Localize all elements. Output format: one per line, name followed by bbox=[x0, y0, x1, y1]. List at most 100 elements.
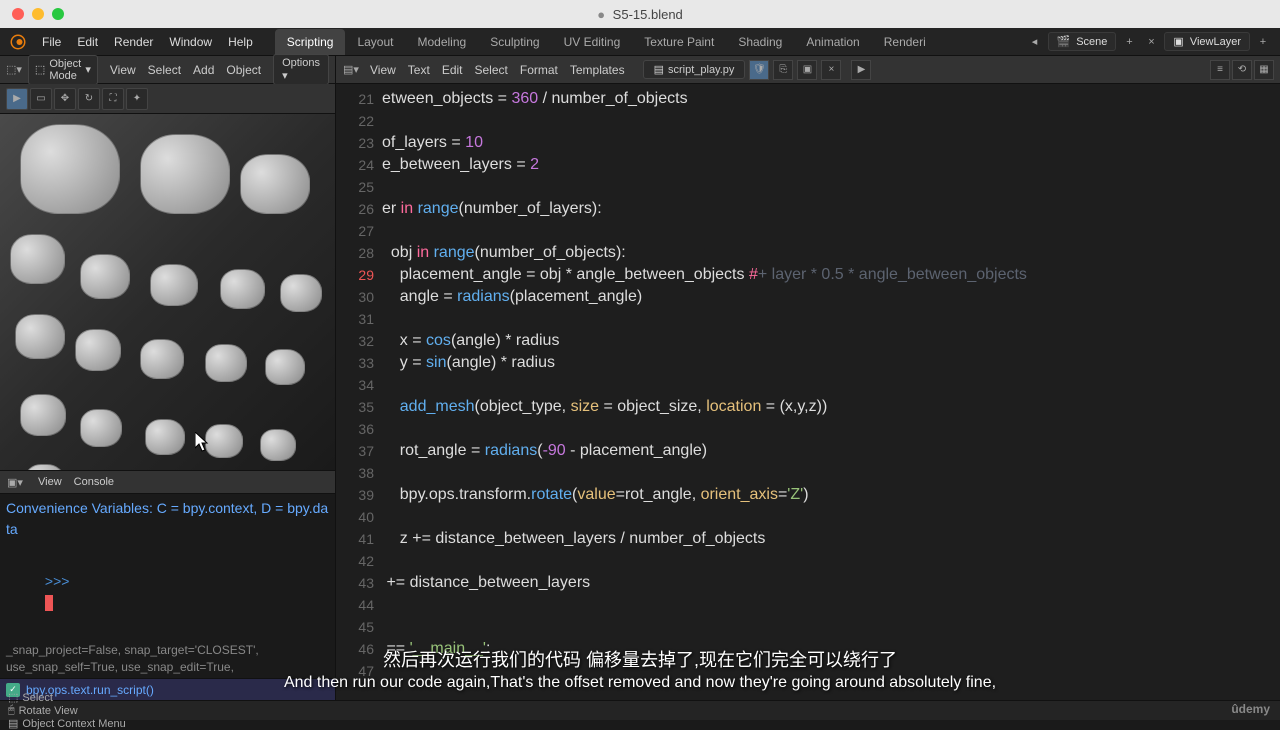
code-line[interactable]: of_layers = 10 bbox=[382, 132, 1280, 154]
viewport-menu-view[interactable]: View bbox=[104, 61, 142, 79]
code-line[interactable]: rot_angle = radians(-90 - placement_angl… bbox=[382, 440, 1280, 462]
code-line[interactable] bbox=[382, 616, 1280, 638]
code-line[interactable] bbox=[382, 550, 1280, 572]
code-line[interactable] bbox=[382, 506, 1280, 528]
code-line[interactable]: er in range(number_of_layers): bbox=[382, 198, 1280, 220]
transform-tool-icon[interactable]: ✦ bbox=[126, 88, 148, 110]
workspace-tab-scripting[interactable]: Scripting bbox=[275, 29, 346, 55]
console-menu-console[interactable]: Console bbox=[68, 474, 120, 490]
run-script-button[interactable]: ▶ bbox=[851, 60, 871, 80]
workspace-tab-shading[interactable]: Shading bbox=[726, 29, 794, 55]
code-editor[interactable]: 2122232425262728293031323334353637383940… bbox=[336, 84, 1280, 700]
syntax-highlight-toggle[interactable]: ▦ bbox=[1254, 60, 1274, 80]
workspace-tab-layout[interactable]: Layout bbox=[345, 29, 405, 55]
viewport-mesh-object[interactable] bbox=[20, 124, 120, 214]
minimize-window-button[interactable] bbox=[32, 8, 44, 20]
viewport-menu-object[interactable]: Object bbox=[220, 61, 267, 79]
viewport-mesh-object[interactable] bbox=[80, 254, 130, 299]
editor-menu-view[interactable]: View bbox=[364, 61, 402, 79]
scale-tool-icon[interactable]: ⛶ bbox=[102, 88, 124, 110]
viewport-mesh-object[interactable] bbox=[265, 349, 305, 385]
menu-render[interactable]: Render bbox=[106, 31, 161, 53]
code-line[interactable]: y = sin(angle) * radius bbox=[382, 352, 1280, 374]
back-icon[interactable]: ◂ bbox=[1026, 33, 1044, 51]
python-console[interactable]: Convenience Variables: C = bpy.context, … bbox=[0, 494, 335, 678]
code-line[interactable] bbox=[382, 374, 1280, 396]
new-scene-icon[interactable]: + bbox=[1120, 33, 1138, 51]
code-line[interactable] bbox=[382, 110, 1280, 132]
workspace-tab-uv-editing[interactable]: UV Editing bbox=[552, 29, 633, 55]
viewport-mesh-object[interactable] bbox=[140, 339, 184, 379]
viewport-mesh-object[interactable] bbox=[205, 344, 247, 382]
viewport-mesh-object[interactable] bbox=[75, 329, 121, 371]
editor-type-icon[interactable]: ⬚▾ bbox=[6, 61, 22, 79]
editor-menu-templates[interactable]: Templates bbox=[564, 61, 631, 79]
delete-scene-icon[interactable]: × bbox=[1142, 33, 1160, 51]
scene-selector[interactable]: 🎬 Scene bbox=[1048, 32, 1117, 51]
viewport-mesh-object[interactable] bbox=[240, 154, 310, 214]
code-line[interactable] bbox=[382, 660, 1280, 682]
close-file-icon[interactable]: × bbox=[821, 60, 841, 80]
code-line[interactable] bbox=[382, 418, 1280, 440]
save-icon[interactable]: ▣ bbox=[797, 60, 817, 80]
workspace-tab-modeling[interactable]: Modeling bbox=[405, 29, 478, 55]
viewport-menu-add[interactable]: Add bbox=[187, 61, 220, 79]
menu-window[interactable]: Window bbox=[161, 31, 220, 53]
code-line[interactable] bbox=[382, 308, 1280, 330]
code-line[interactable]: placement_angle = obj * angle_between_ob… bbox=[382, 264, 1280, 286]
move-tool-icon[interactable]: ✥ bbox=[54, 88, 76, 110]
viewlayer-selector[interactable]: ▣ ViewLayer bbox=[1164, 32, 1250, 51]
3d-viewport[interactable] bbox=[0, 114, 335, 470]
code-line[interactable]: etween_objects = 360 / number_of_objects bbox=[382, 88, 1280, 110]
code-line[interactable]: x = cos(angle) * radius bbox=[382, 330, 1280, 352]
workspace-tab-texture-paint[interactable]: Texture Paint bbox=[632, 29, 726, 55]
new-viewlayer-icon[interactable]: + bbox=[1254, 33, 1272, 51]
workspace-tab-sculpting[interactable]: Sculpting bbox=[478, 29, 551, 55]
viewport-mesh-object[interactable] bbox=[220, 269, 265, 309]
editor-menu-text[interactable]: Text bbox=[402, 61, 436, 79]
viewport-mesh-object[interactable] bbox=[15, 314, 65, 359]
viewport-mesh-object[interactable] bbox=[145, 419, 185, 455]
viewport-mesh-object[interactable] bbox=[260, 429, 296, 461]
viewport-menu-select[interactable]: Select bbox=[142, 61, 187, 79]
menu-edit[interactable]: Edit bbox=[69, 31, 106, 53]
maximize-window-button[interactable] bbox=[52, 8, 64, 20]
blender-logo-icon[interactable] bbox=[8, 32, 28, 52]
code-line[interactable] bbox=[382, 220, 1280, 242]
workspace-tab-animation[interactable]: Animation bbox=[794, 29, 871, 55]
console-menu-view[interactable]: View bbox=[32, 474, 68, 490]
console-type-icon[interactable]: ▣▾ bbox=[6, 473, 24, 491]
viewport-mesh-object[interactable] bbox=[140, 134, 230, 214]
viewport-mesh-object[interactable] bbox=[10, 234, 65, 284]
select-tool-icon[interactable]: ▭ bbox=[30, 88, 52, 110]
editor-menu-edit[interactable]: Edit bbox=[436, 61, 469, 79]
viewport-mesh-object[interactable] bbox=[80, 409, 122, 447]
workspace-tab-renderi[interactable]: Renderi bbox=[872, 29, 938, 55]
editor-menu-format[interactable]: Format bbox=[514, 61, 564, 79]
shield-icon[interactable]: 🛡 bbox=[749, 60, 769, 80]
object-mode-dropdown[interactable]: ⬚ Object Mode ▾ bbox=[28, 55, 98, 85]
close-window-button[interactable] bbox=[12, 8, 24, 20]
code-line[interactable]: add_mesh(object_type, size = object_size… bbox=[382, 396, 1280, 418]
viewport-mesh-object[interactable] bbox=[280, 274, 322, 312]
code-line[interactable] bbox=[382, 594, 1280, 616]
viewport-mesh-object[interactable] bbox=[150, 264, 198, 306]
script-file-selector[interactable]: ▤ script_play.py bbox=[643, 60, 746, 79]
copy-icon[interactable]: ⎘ bbox=[773, 60, 793, 80]
code-line[interactable]: z += distance_between_layers / number_of… bbox=[382, 528, 1280, 550]
code-line[interactable]: obj in range(number_of_objects): bbox=[382, 242, 1280, 264]
code-line[interactable]: e_between_layers = 2 bbox=[382, 154, 1280, 176]
code-line[interactable] bbox=[382, 462, 1280, 484]
code-line[interactable]: bpy.ops.transform.rotate(value=rot_angle… bbox=[382, 484, 1280, 506]
viewport-mesh-object[interactable] bbox=[20, 394, 66, 436]
viewport-mesh-object[interactable] bbox=[25, 464, 65, 470]
viewport-options-dropdown[interactable]: Options ▾ bbox=[273, 54, 329, 85]
code-line[interactable]: == '__main__': bbox=[382, 638, 1280, 660]
line-numbers-toggle[interactable]: ≡ bbox=[1210, 60, 1230, 80]
code-content[interactable]: etween_objects = 360 / number_of_objects… bbox=[382, 84, 1280, 700]
rotate-tool-icon[interactable]: ↻ bbox=[78, 88, 100, 110]
cursor-tool-icon[interactable]: ▶ bbox=[6, 88, 28, 110]
word-wrap-toggle[interactable]: ⟲ bbox=[1232, 60, 1252, 80]
menu-file[interactable]: File bbox=[34, 31, 69, 53]
menu-help[interactable]: Help bbox=[220, 31, 261, 53]
